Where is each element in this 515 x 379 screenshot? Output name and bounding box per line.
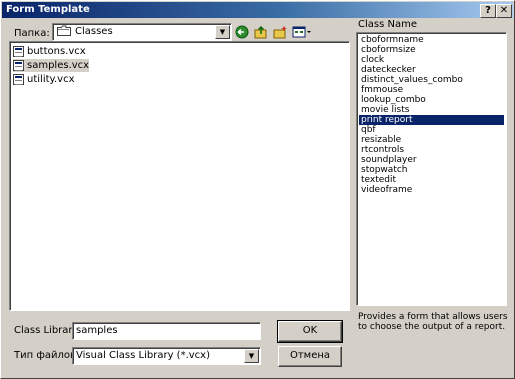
chevron-down-icon[interactable]: ▼ bbox=[244, 349, 259, 363]
title-bar[interactable]: Form Template ? ✕ bbox=[2, 2, 513, 18]
class-item[interactable]: stopwatch bbox=[359, 165, 504, 175]
class-item[interactable]: soundplayer bbox=[359, 155, 504, 165]
file-name: buttons.vcx bbox=[27, 46, 86, 57]
class-item[interactable]: distinct_values_combo bbox=[359, 75, 504, 85]
file-name: utility.vcx bbox=[27, 74, 75, 85]
vcx-file-icon bbox=[13, 46, 24, 57]
file-item[interactable]: utility.vcx bbox=[13, 73, 75, 86]
vcx-file-icon bbox=[13, 60, 24, 71]
lookin-label: Папка: bbox=[14, 28, 50, 39]
class-description: Provides a form that allows users to cho… bbox=[358, 312, 508, 332]
chevron-down-icon[interactable]: ▼ bbox=[215, 25, 230, 39]
class-library-label: Class Library bbox=[14, 325, 79, 336]
class-library-input[interactable]: samples bbox=[72, 322, 261, 340]
file-name: samples.vcx bbox=[27, 60, 90, 71]
file-item[interactable]: buttons.vcx bbox=[13, 45, 86, 58]
class-item[interactable]: videoframe bbox=[359, 185, 504, 195]
class-item[interactable]: textedit bbox=[359, 175, 504, 185]
help-button[interactable]: ? bbox=[480, 4, 496, 18]
vcx-file-icon bbox=[13, 74, 24, 85]
class-item[interactable]: qbf bbox=[359, 125, 504, 135]
close-button[interactable]: ✕ bbox=[496, 4, 512, 18]
form-template-dialog: Form Template ? ✕ Папка: Classes ▼ butto… bbox=[0, 0, 515, 379]
view-menu-icon[interactable] bbox=[292, 25, 312, 39]
class-library-value: samples bbox=[76, 325, 118, 336]
class-item[interactable]: clock bbox=[359, 55, 504, 65]
back-icon[interactable] bbox=[235, 25, 249, 39]
file-item-selected[interactable]: samples.vcx bbox=[13, 59, 90, 72]
file-type-value: Visual Class Library (*.vcx) bbox=[76, 350, 210, 361]
class-item[interactable]: rtcontrols bbox=[359, 145, 504, 155]
new-folder-icon[interactable] bbox=[273, 25, 287, 39]
class-item[interactable]: cboformname bbox=[359, 35, 504, 45]
class-item[interactable]: resizable bbox=[359, 135, 504, 145]
class-name-label: Class Name bbox=[358, 19, 417, 30]
lookin-combo[interactable]: Classes ▼ bbox=[52, 23, 232, 41]
file-list[interactable]: buttons.vcx samples.vcx utility.vcx bbox=[9, 41, 350, 311]
window-title: Form Template bbox=[6, 4, 90, 15]
file-type-combo[interactable]: Visual Class Library (*.vcx) ▼ bbox=[72, 347, 261, 365]
class-item-selected[interactable]: print report bbox=[359, 115, 504, 125]
class-item[interactable]: lookup_combo bbox=[359, 95, 504, 105]
folder-icon bbox=[57, 25, 71, 41]
up-folder-icon[interactable] bbox=[254, 25, 268, 39]
class-item[interactable]: cboformsize bbox=[359, 45, 504, 55]
class-item[interactable]: movie lists bbox=[359, 105, 504, 115]
class-list[interactable]: cboformname cboformsize clock dateckecke… bbox=[356, 32, 507, 306]
cancel-button[interactable]: Отмена bbox=[278, 346, 342, 367]
class-item[interactable]: dateckecker bbox=[359, 65, 504, 75]
ok-button[interactable]: OK bbox=[277, 320, 343, 343]
class-item[interactable]: fmmouse bbox=[359, 85, 504, 95]
lookin-value: Classes bbox=[75, 26, 113, 37]
file-type-label: Тип файлов: bbox=[14, 350, 80, 361]
